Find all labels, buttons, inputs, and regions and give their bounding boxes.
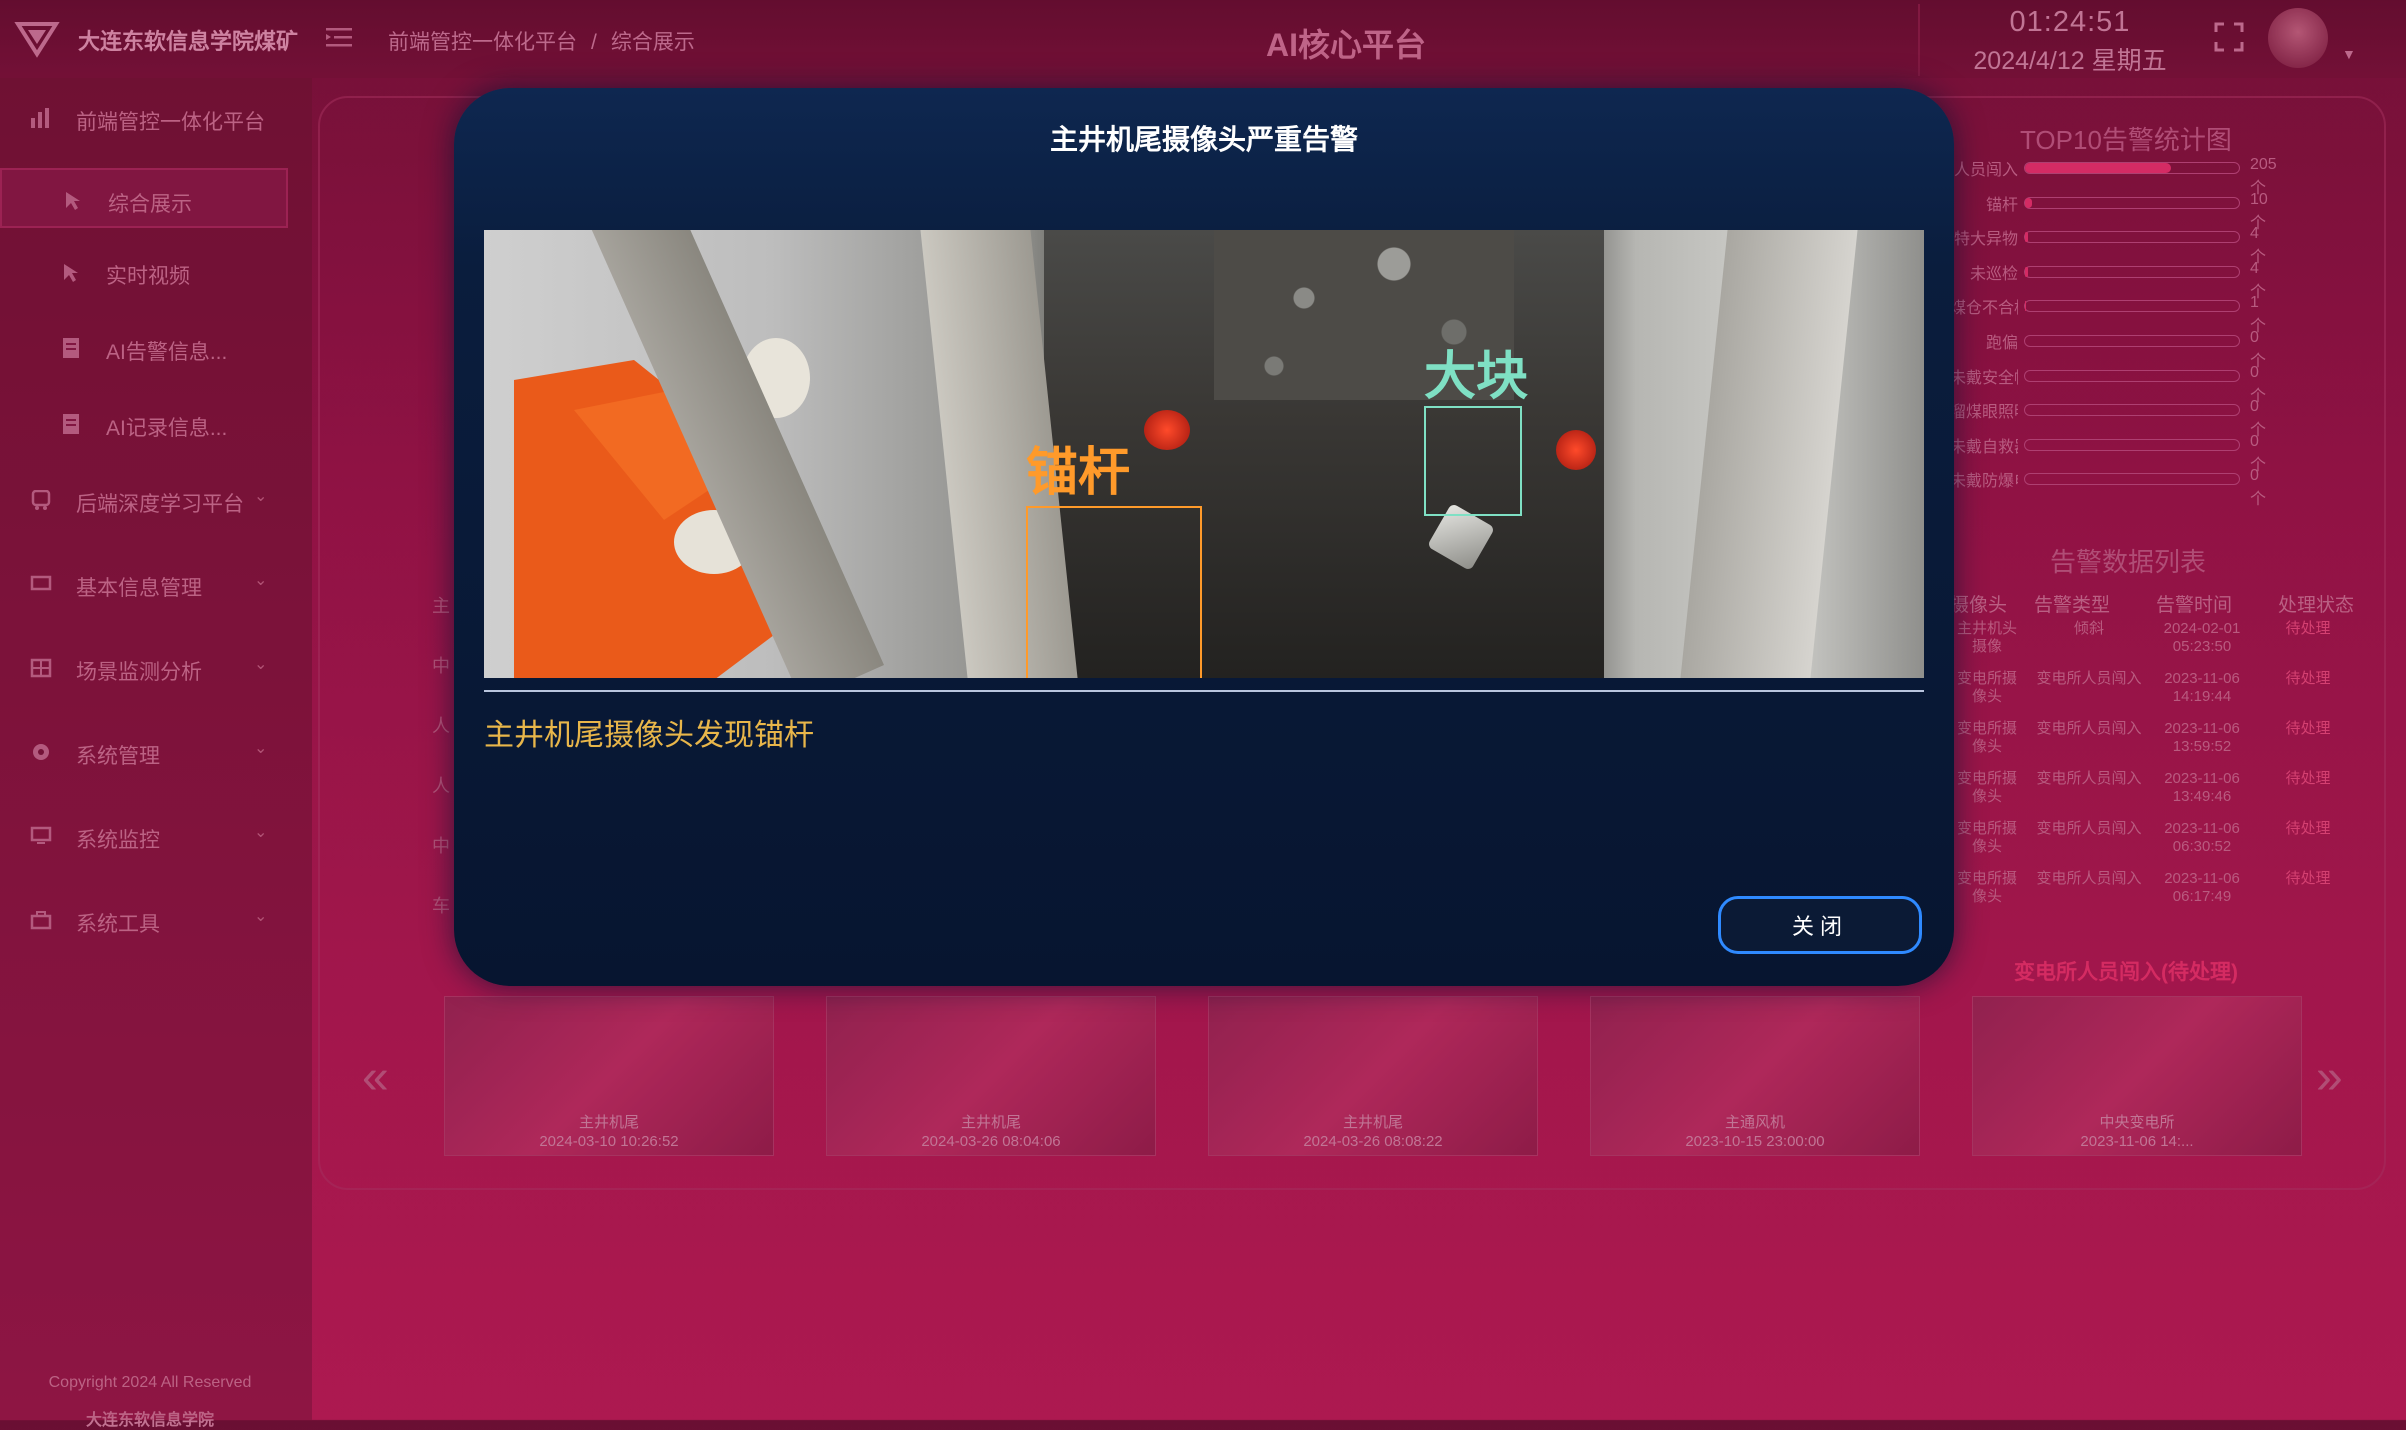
modal-divider [484,690,1924,692]
camera-snapshot: 锚杆 大块 [484,230,1924,678]
close-button[interactable]: 关闭 [1718,896,1922,954]
modal-title: 主井机尾摄像头严重告警 [1049,124,1358,155]
detection-label-lump: 大块 [1424,348,1529,406]
roller-light [1556,430,1596,470]
roller-light [1144,410,1190,450]
detection-label-bolt: 锚杆 [1026,444,1131,502]
detection-box-bolt [1026,506,1202,678]
alarm-description: 主井机尾摄像头发现锚杆 [484,719,814,752]
detection-box-lump [1424,406,1522,516]
alarm-modal: 主井机尾摄像头严重告警 锚杆 大块 主井机尾摄像头发现锚杆 关闭 [454,88,1954,986]
